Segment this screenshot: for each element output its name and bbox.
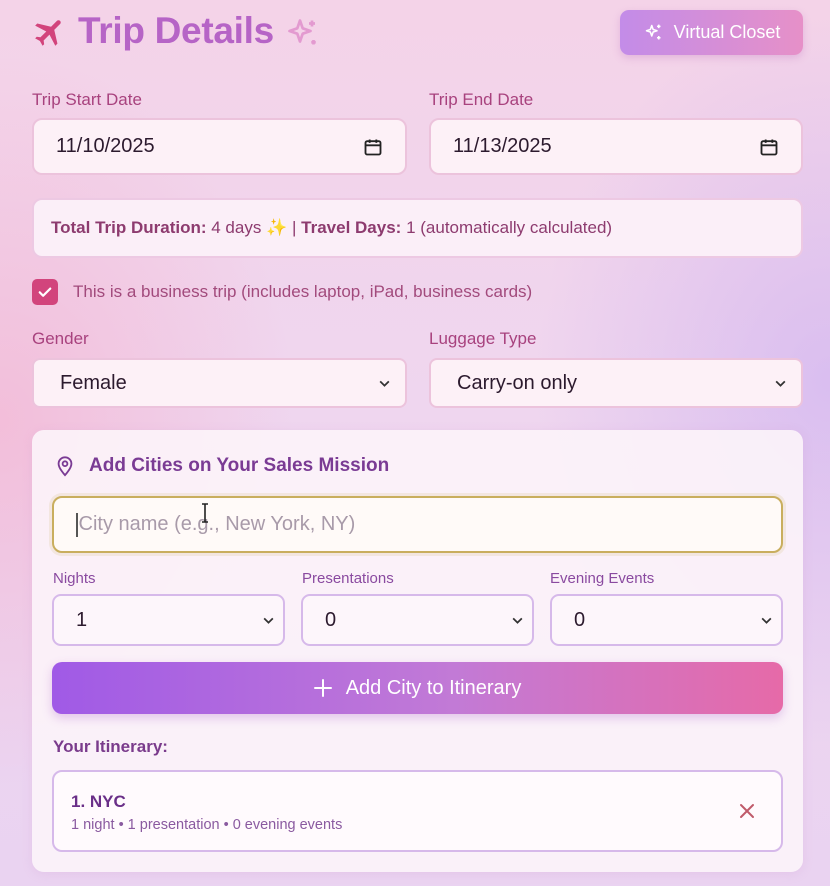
checkmark-icon (38, 287, 52, 297)
total-duration-label: Total Trip Duration: (51, 218, 207, 237)
text-cursor-icon (202, 503, 208, 523)
itinerary-city-name: 1. NYC (71, 792, 126, 811)
chevron-down-icon (775, 380, 786, 387)
page-title: Trip Details (78, 10, 274, 51)
plus-icon (313, 679, 332, 697)
evening-events-select[interactable]: 0 (550, 594, 783, 646)
gender-select[interactable]: Female (32, 358, 407, 408)
add-city-label: Add City to Itinerary (345, 676, 522, 699)
nights-label: Nights (53, 570, 96, 587)
trip-end-date-input[interactable]: 11/13/2025 (429, 118, 803, 175)
chevron-down-icon (263, 617, 274, 624)
trip-start-date-input[interactable]: 11/10/2025 (32, 118, 407, 175)
chevron-down-icon (512, 617, 523, 624)
luggage-type-select[interactable]: Carry-on only (429, 358, 803, 408)
city-name-input[interactable]: City name (e.g., New York, NY) (52, 496, 783, 553)
business-trip-label[interactable]: This is a business trip (includes laptop… (73, 282, 532, 302)
presentations-label: Presentations (302, 570, 394, 587)
trip-end-date-value: 11/13/2025 (453, 135, 552, 157)
gender-label: Gender (32, 329, 89, 348)
city-name-placeholder: City name (e.g., New York, NY) (78, 513, 356, 535)
auto-calc-note: (automatically calculated) (420, 218, 613, 237)
total-duration-value: 4 days (211, 218, 262, 237)
trip-end-date-label: Trip End Date (429, 90, 534, 109)
itinerary-city-details: 1 night • 1 presentation • 0 evening eve… (71, 817, 343, 833)
itinerary-item: 1. NYC 1 night • 1 presentation • 0 even… (52, 770, 783, 852)
presentations-value: 0 (325, 608, 337, 631)
sparkle-emoji-icon: ✨ (266, 218, 288, 237)
add-city-button[interactable]: Add City to Itinerary (52, 662, 783, 714)
travel-days-label: Travel Days: (301, 218, 402, 237)
evening-events-value: 0 (574, 608, 586, 631)
luggage-type-label: Luggage Type (429, 329, 537, 348)
nights-value: 1 (76, 608, 88, 631)
virtual-closet-label: Virtual Closet (673, 22, 781, 42)
evening-events-label: Evening Events (550, 570, 655, 587)
chevron-down-icon (379, 380, 390, 387)
calendar-icon[interactable] (759, 137, 779, 157)
nights-select[interactable]: 1 (52, 594, 285, 646)
sparkles-icon (288, 19, 316, 45)
presentations-select[interactable]: 0 (301, 594, 534, 646)
trip-duration-summary: Total Trip Duration: 4 days ✨ | Travel D… (32, 198, 803, 258)
business-trip-checkbox[interactable] (32, 279, 58, 305)
close-icon[interactable] (739, 803, 755, 819)
travel-days-value: 1 (406, 218, 416, 237)
text-caret (76, 512, 78, 537)
luggage-type-value: Carry-on only (457, 371, 578, 394)
sparkles-icon (645, 24, 661, 40)
gender-value: Female (60, 371, 127, 394)
calendar-icon[interactable] (363, 137, 383, 157)
plane-icon (35, 20, 61, 46)
itinerary-label: Your Itinerary: (53, 737, 168, 756)
chevron-down-icon (761, 617, 772, 624)
cities-card-title: Add Cities on Your Sales Mission (89, 455, 390, 476)
trip-start-date-label: Trip Start Date (32, 90, 142, 109)
trip-start-date-value: 11/10/2025 (56, 135, 155, 157)
separator: | (291, 218, 297, 237)
map-pin-icon (57, 456, 73, 477)
virtual-closet-button[interactable]: Virtual Closet (620, 10, 803, 55)
